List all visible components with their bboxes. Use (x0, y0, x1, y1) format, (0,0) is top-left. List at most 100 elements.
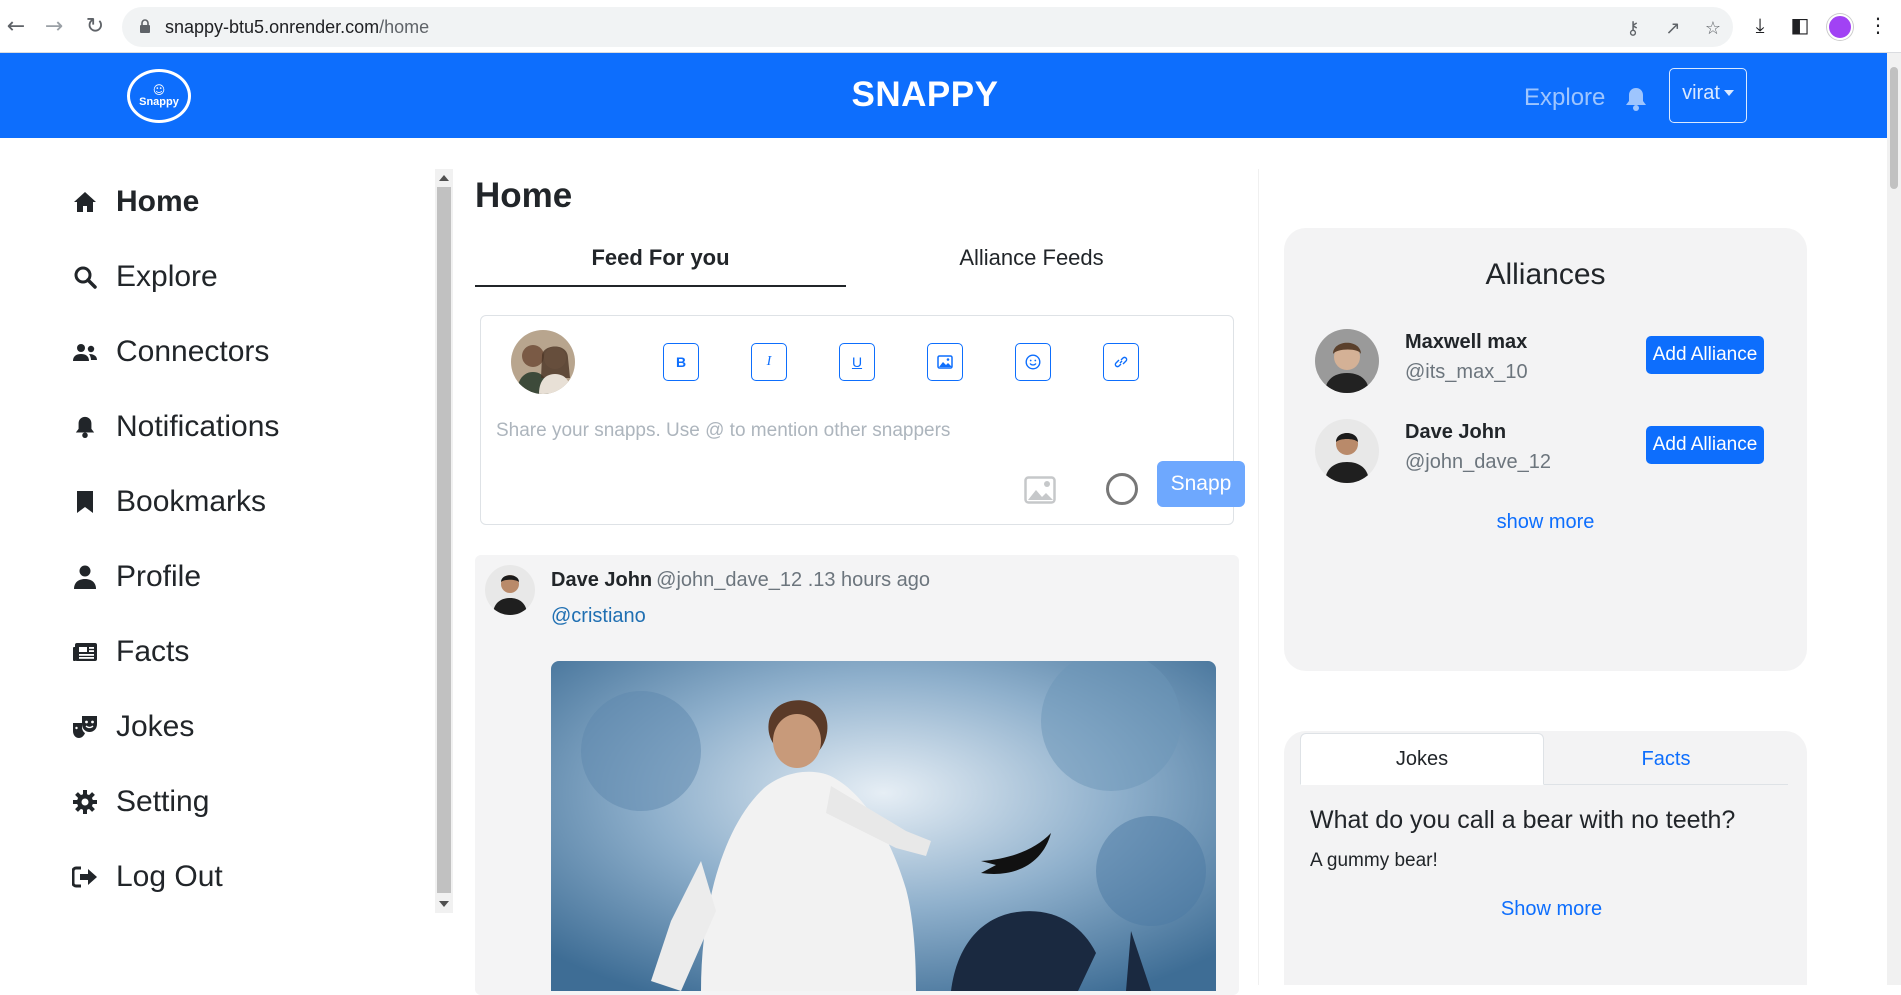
forward-icon[interactable]: → (38, 10, 70, 42)
scrollbar-thumb[interactable] (1890, 67, 1898, 189)
scroll-up-icon[interactable] (439, 175, 449, 181)
search-icon (72, 264, 98, 290)
link-icon[interactable] (1103, 343, 1139, 381)
key-icon[interactable]: ⚷ (1621, 16, 1645, 40)
sidebar-item-setting[interactable]: Setting (72, 782, 209, 822)
emoji-icon[interactable] (1015, 343, 1051, 381)
jokes-facts-card: Jokes Facts What do you call a bear with… (1284, 731, 1807, 985)
avatar[interactable] (1315, 419, 1379, 483)
add-alliance-button[interactable]: Add Alliance (1646, 336, 1764, 374)
sidebar-item-label: Facts (116, 635, 190, 668)
underline-icon[interactable]: U (839, 343, 875, 381)
tab-alliance-feeds[interactable]: Alliance Feeds (846, 245, 1217, 287)
users-icon (72, 339, 98, 365)
bell-icon (72, 414, 98, 440)
sidebar-item-label: Connectors (116, 335, 270, 368)
image-upload-icon[interactable] (1024, 476, 1056, 504)
nav-explore-link[interactable]: Explore (1524, 84, 1605, 112)
mention-link[interactable]: @cristiano (551, 605, 646, 628)
post-image[interactable] (551, 661, 1216, 991)
post-header: Dave John @john_dave_12 .13 hours ago (551, 569, 930, 592)
sidebar-item-label: Bookmarks (116, 485, 267, 518)
gear-icon (72, 789, 98, 815)
masks-icon (72, 714, 98, 740)
sidebar-item-explore[interactable]: Explore (72, 257, 218, 297)
alliance-handle: @john_dave_12 (1405, 451, 1551, 473)
alliance-suggestion: Maxwell max @its_max_10 Add Alliance (1315, 329, 1785, 393)
sidepanel-icon[interactable]: ◧ (1785, 10, 1815, 40)
sidebar-item-jokes[interactable]: Jokes (72, 707, 194, 747)
sidebar-item-home[interactable]: Home (72, 182, 199, 222)
sidebar-item-label: Notifications (116, 410, 280, 443)
sidebar-item-label: Explore (116, 260, 218, 293)
snapp-button[interactable]: Snapp (1157, 461, 1245, 507)
user-name: virat (1682, 82, 1720, 104)
browser-toolbar: ← → ↻ snappy-btu5.onrender.com/home ⚷ ↗ … (0, 0, 1901, 53)
menu-icon[interactable]: ⋮ (1863, 10, 1893, 40)
italic-icon[interactable]: I (751, 343, 787, 381)
show-more-link[interactable]: show more (1284, 511, 1807, 534)
tab-facts[interactable]: Facts (1544, 733, 1788, 785)
sidebar-item-label: Profile (116, 560, 202, 593)
alliance-handle: @its_max_10 (1405, 361, 1528, 383)
bookmark-icon (72, 489, 98, 515)
page-scrollbar[interactable] (1887, 53, 1901, 985)
feed-scrollbar[interactable] (435, 169, 453, 913)
snapp-composer: B I U Share your snapps. Use @ to mentio… (480, 315, 1245, 525)
bold-icon[interactable]: B (663, 343, 699, 381)
sidebar-item-label: Setting (116, 785, 210, 818)
home-icon (72, 189, 98, 215)
joke-question: What do you call a bear with no teeth? (1310, 806, 1736, 834)
show-more-jokes-link[interactable]: Show more (1284, 898, 1819, 921)
tab-feed-for-you[interactable]: Feed For you (475, 245, 846, 287)
scrollbar-thumb[interactable] (437, 187, 451, 893)
address-bar[interactable]: snappy-btu5.onrender.com/home ⚷ ↗ ☆ (122, 7, 1733, 47)
lock-icon (140, 19, 150, 33)
post-meta: @john_dave_12 .13 hours ago (656, 569, 931, 591)
avatar[interactable] (1315, 329, 1379, 393)
download-icon[interactable]: ⤓ (1745, 10, 1775, 40)
avatar[interactable] (485, 565, 535, 615)
newspaper-icon (72, 639, 98, 665)
logout-icon (72, 864, 98, 890)
profile-avatar[interactable] (1827, 14, 1853, 40)
alliance-name[interactable]: Maxwell max (1405, 331, 1527, 354)
sidebar: Home Explore Connectors Notifications Bo… (0, 138, 430, 985)
user-icon (72, 564, 98, 590)
sidebar-item-facts[interactable]: Facts (72, 632, 189, 672)
joke-answer: A gummy bear! (1310, 850, 1438, 871)
add-alliance-button[interactable]: Add Alliance (1646, 426, 1764, 464)
post-author-name[interactable]: Dave John (551, 569, 652, 591)
sidebar-item-connectors[interactable]: Connectors (72, 332, 269, 372)
alliances-title: Alliances (1485, 258, 1606, 291)
page-title: Home (475, 176, 573, 215)
alliance-suggestion: Dave John @john_dave_12 Add Alliance (1315, 419, 1785, 483)
post-card: Dave John @john_dave_12 .13 hours ago @cr… (475, 555, 1239, 995)
alliances-card: Alliances Maxwell max @its_max_10 Add Al… (1284, 228, 1807, 671)
avatar (511, 330, 575, 394)
scroll-down-icon[interactable] (439, 901, 449, 907)
app-navbar: ☺ Snappy SNAPPY Explore virat (0, 53, 1887, 138)
feed-column: Home Feed For you Alliance Feeds B I U S… (453, 169, 1259, 995)
sidebar-item-label: Jokes (116, 710, 195, 743)
tab-jokes[interactable]: Jokes (1300, 733, 1544, 785)
sidebar-item-profile[interactable]: Profile (72, 557, 201, 597)
reload-icon[interactable]: ↻ (79, 10, 111, 42)
url-text: snappy-btu5.onrender.com/home (165, 17, 430, 37)
back-icon[interactable]: ← (0, 10, 32, 42)
character-progress-ring (1106, 473, 1138, 505)
sidebar-item-label: Home (116, 185, 200, 218)
star-icon[interactable]: ☆ (1701, 16, 1725, 40)
user-dropdown[interactable]: virat (1669, 68, 1747, 123)
sidebar-item-logout[interactable]: Log Out (72, 857, 223, 897)
alliance-name[interactable]: Dave John (1405, 421, 1506, 444)
sidebar-item-notifications[interactable]: Notifications (72, 407, 279, 447)
jokes-facts-tabs: Jokes Facts (1300, 733, 1788, 785)
snapp-input[interactable]: Share your snapps. Use @ to mention othe… (496, 420, 950, 442)
sidebar-item-label: Log Out (116, 860, 223, 893)
bell-icon[interactable] (1624, 86, 1648, 112)
caret-down-icon (1723, 90, 1734, 96)
image-icon[interactable] (927, 343, 963, 381)
sidebar-item-bookmarks[interactable]: Bookmarks (72, 482, 266, 522)
share-icon[interactable]: ↗ (1661, 16, 1685, 40)
